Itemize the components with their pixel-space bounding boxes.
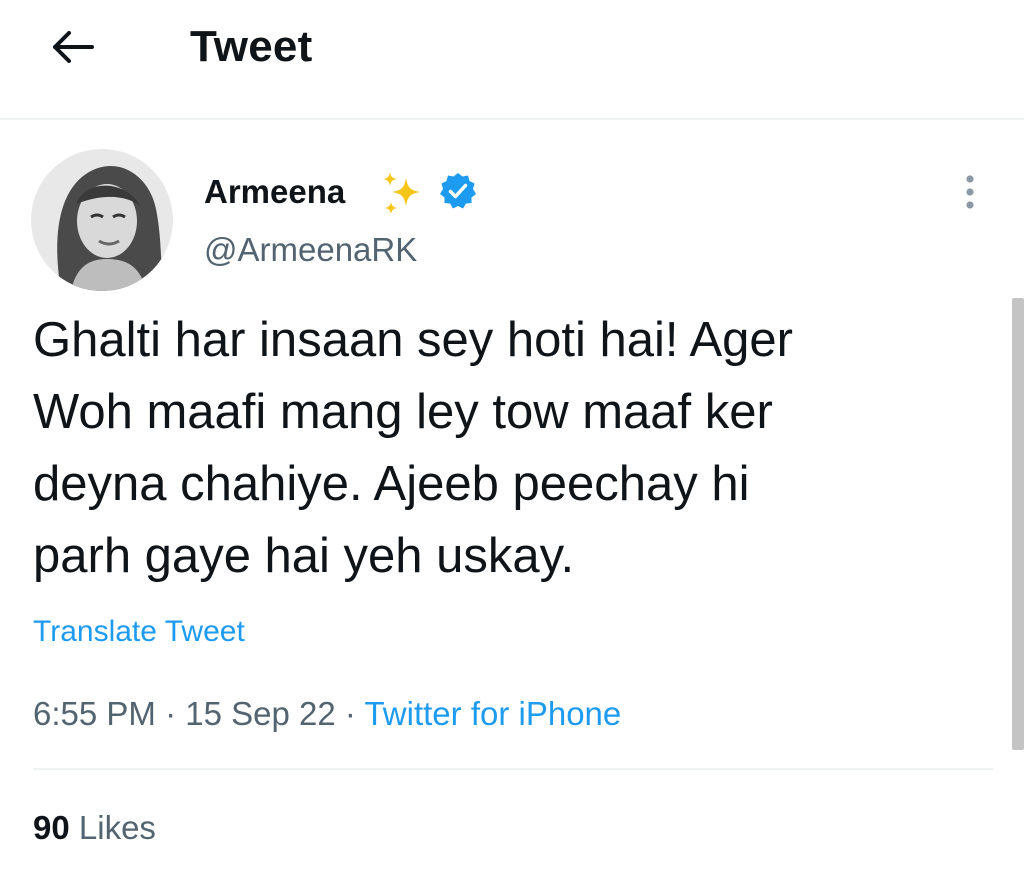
verified-badge-icon[interactable] xyxy=(438,171,478,211)
author-handle[interactable]: @ArmeenaRK xyxy=(204,228,417,272)
meta-separator: · xyxy=(344,695,356,732)
more-options-button[interactable] xyxy=(955,170,985,214)
back-button[interactable] xyxy=(44,22,100,72)
likes-count: 90 xyxy=(33,809,70,846)
more-vertical-icon xyxy=(966,175,974,209)
tweet-date[interactable]: 15 Sep 22 xyxy=(185,695,335,732)
top-bar: Tweet xyxy=(0,0,1024,120)
author-display-name[interactable]: Armeena xyxy=(204,170,345,214)
divider xyxy=(33,768,993,770)
meta-separator: · xyxy=(165,695,177,732)
page-title: Tweet xyxy=(190,22,313,71)
avatar[interactable] xyxy=(31,149,173,291)
tweet-time[interactable]: 6:55 PM xyxy=(33,695,156,732)
scrollbar[interactable] xyxy=(1012,298,1024,750)
arrow-left-icon xyxy=(53,31,94,63)
sparkles-icon xyxy=(383,172,420,214)
tweet-metadata: 6:55 PM · 15 Sep 22 · Twitter for iPhone xyxy=(33,692,621,736)
translate-tweet-link[interactable]: Translate Tweet xyxy=(33,612,245,652)
likes-label: Likes xyxy=(78,809,156,846)
avatar-photo xyxy=(31,149,173,291)
tweet-source-link[interactable]: Twitter for iPhone xyxy=(364,695,621,732)
likes-stat[interactable]: 90 Likes xyxy=(33,806,156,850)
tweet-text: Ghalti har insaan sey hoti hai! Ager Woh… xyxy=(33,313,793,583)
